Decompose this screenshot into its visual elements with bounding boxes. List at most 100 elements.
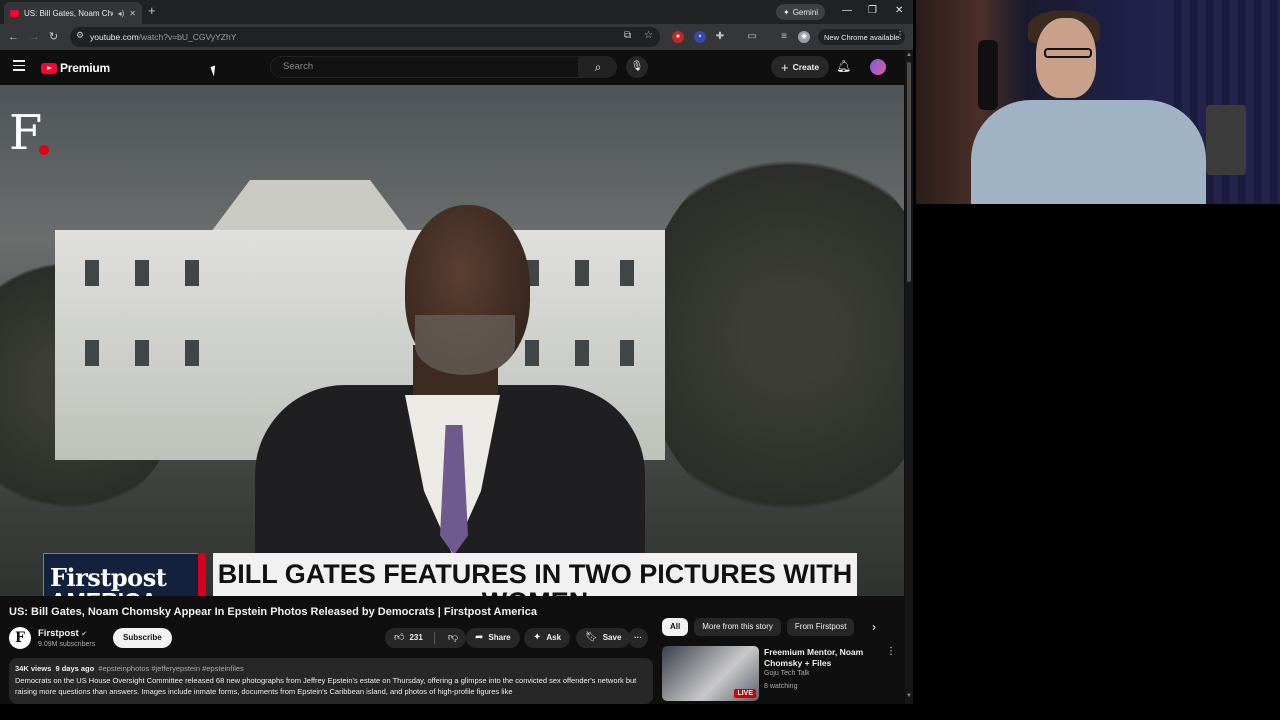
install-app-icon[interactable]: ⧉: [624, 30, 631, 41]
extension-blue-icon[interactable]: ▪: [694, 31, 706, 43]
recommendation-channel[interactable]: Goju Tech Talk: [764, 670, 810, 677]
firstpost-america-brand: Firstpost AMERICA: [43, 553, 203, 596]
description-text: Democrats on the US House Oversight Comm…: [15, 676, 637, 696]
subscribe-button[interactable]: Subscribe: [113, 628, 172, 648]
url-text[interactable]: youtube.com/watch?v=bU_CGVyYZhY: [90, 32, 236, 42]
plus-icon: +: [781, 59, 789, 75]
speaker-icon[interactable]: ◂): [118, 9, 125, 18]
video-title: US: Bill Gates, Noam Chomsky Appear In E…: [9, 606, 537, 618]
description-box[interactable]: 34K views 9 days ago #epsteinphotos #jef…: [9, 658, 653, 704]
verified-check-icon: ✔: [81, 631, 88, 638]
streamer-body: [971, 100, 1206, 204]
more-actions-button[interactable]: ···: [628, 628, 648, 648]
search-placeholder: Search: [283, 61, 314, 72]
firstpost-red-dot: [39, 145, 49, 155]
media-controls-icon[interactable]: ≡: [778, 31, 790, 43]
live-badge: LIVE: [734, 689, 756, 698]
thumbs-up-icon[interactable]: 👍︎: [394, 628, 404, 648]
channel-avatar[interactable]: F: [9, 627, 31, 649]
extension-red-icon[interactable]: ●: [672, 31, 684, 43]
hamburger-menu-icon[interactable]: [13, 60, 25, 72]
news-anchor: [255, 205, 645, 596]
recommendation-thumbnail[interactable]: LIVE: [662, 646, 759, 701]
headline-bar: BILL GATES FEATURES IN TWO PICTURES WITH…: [213, 553, 857, 596]
back-icon[interactable]: ←: [8, 30, 19, 44]
browser-window: US: Bill Gates, Noam Chomsk ◂) ✕ + ✦ Gem…: [0, 0, 913, 704]
scrollbar-thumb[interactable]: [907, 62, 911, 282]
chip-all[interactable]: All: [662, 618, 689, 636]
search-button[interactable]: ⌕: [579, 56, 617, 78]
logo-text: Premium: [60, 61, 110, 75]
account-avatar[interactable]: [870, 59, 886, 75]
search-icon: ⌕: [594, 60, 602, 74]
youtube-premium-logo[interactable]: Premium: [41, 61, 110, 75]
share-arrow-icon: ➦: [475, 632, 484, 643]
microphone-icon: 🎙: [630, 61, 644, 72]
bookmark-star-icon[interactable]: ☆: [644, 30, 653, 41]
video-player[interactable]: F Firstpost AMERICA BILL GATES FEATURES …: [0, 85, 904, 596]
voice-search-button[interactable]: 🎙: [626, 56, 648, 78]
maximize-icon[interactable]: ❐: [868, 5, 877, 17]
streamer-face: [1036, 18, 1096, 98]
recommendation-title[interactable]: Freemium Mentor, Noam Chomsky + Files: [764, 647, 884, 669]
headline-text: BILL GATES FEATURES IN TWO PICTURES WITH…: [217, 559, 853, 596]
new-tab-button[interactable]: +: [148, 4, 156, 18]
create-button[interactable]: + Create: [771, 56, 830, 78]
youtube-header: Premium Search ⌕ 🎙 + Create 🔔︎: [0, 50, 903, 84]
scroll-up-arrow-icon[interactable]: ▲: [906, 52, 912, 58]
search-input[interactable]: Search: [270, 56, 579, 78]
subscriber-count: 9.09M subscribers: [38, 641, 96, 648]
bookmark-icon: 🔖︎: [585, 632, 598, 643]
microphone-stand: [978, 40, 998, 110]
gemini-label: Gemini: [792, 7, 819, 17]
ask-button[interactable]: ✦ Ask: [524, 628, 571, 648]
tree-decoration: [640, 145, 904, 525]
update-chrome-button[interactable]: New Chrome available: [818, 29, 906, 45]
sparkle-icon: ✦: [783, 7, 790, 17]
share-button[interactable]: ➦ Share: [466, 628, 520, 648]
page-scrollbar[interactable]: ▲ ▼: [905, 50, 913, 704]
youtube-favicon-icon: [10, 9, 19, 17]
close-tab-icon[interactable]: ✕: [129, 9, 136, 18]
save-button[interactable]: 🔖︎ Save: [576, 628, 631, 648]
scroll-down-arrow-icon[interactable]: ▼: [906, 693, 912, 699]
create-label: Create: [792, 62, 820, 72]
address-bar[interactable]: ⚙ youtube.com/watch?v=bU_CGVyYZhY ⧉ ☆: [70, 27, 660, 47]
tab-active[interactable]: US: Bill Gates, Noam Chomsk ◂) ✕: [4, 2, 142, 24]
recommendation-item[interactable]: LIVE Freemium Mentor, Noam Chomsky + Fil…: [662, 646, 902, 702]
youtube-play-icon: [41, 62, 57, 74]
site-info-icon[interactable]: ⚙: [76, 30, 84, 41]
minimize-icon[interactable]: —: [842, 5, 852, 17]
browser-toolbar: ← → ↻ ⚙ youtube.com/watch?v=bU_CGVyYZhY …: [0, 24, 913, 50]
like-dislike-group: 👍︎ 231 👎︎: [385, 628, 466, 648]
mug: [1206, 105, 1246, 175]
profile-avatar-icon[interactable]: ◉: [798, 31, 810, 43]
upload-age: 9 days ago: [55, 664, 95, 673]
related-filter-chips: All More from this story From Firstpost: [662, 618, 855, 636]
chevron-right-icon[interactable]: ›: [872, 618, 876, 636]
chip-more-from-story[interactable]: More from this story: [694, 618, 781, 636]
forward-icon[interactable]: →: [29, 30, 40, 44]
extensions-puzzle-icon[interactable]: ✚: [714, 31, 726, 43]
webcam-overlay: [916, 0, 1280, 204]
thumbs-down-icon[interactable]: 👎︎: [448, 628, 458, 648]
chip-from-firstpost[interactable]: From Firstpost: [786, 618, 855, 636]
tab-title: US: Bill Gates, Noam Chomsk: [24, 8, 113, 18]
channel-name-link[interactable]: Firstpost ✔: [38, 628, 87, 639]
lower-third-banner: Firstpost AMERICA BILL GATES FEATURES IN…: [43, 553, 857, 596]
close-window-icon[interactable]: ✕: [895, 5, 903, 17]
notifications-bell-icon[interactable]: 🔔︎: [836, 59, 851, 73]
view-count: 34K views: [15, 664, 52, 673]
like-count[interactable]: 231: [409, 628, 422, 648]
firstpost-watermark-logo: F: [9, 105, 43, 161]
chrome-menu-icon[interactable]: ⋮: [895, 30, 905, 41]
sparkle-icon: ✦: [533, 632, 542, 643]
reload-icon[interactable]: ↻: [49, 30, 58, 44]
hashtags[interactable]: #epsteinphotos #jefferyepstein #epsteinf…: [98, 664, 243, 673]
cast-icon[interactable]: ▭: [746, 31, 758, 43]
youtube-page: Premium Search ⌕ 🎙 + Create 🔔︎ F Firstpo…: [0, 50, 913, 704]
glasses: [1044, 48, 1092, 58]
recommendation-watching: 8 watching: [764, 683, 798, 690]
gemini-button[interactable]: ✦ Gemini: [776, 4, 826, 20]
more-options-icon[interactable]: ⋮: [886, 646, 896, 657]
